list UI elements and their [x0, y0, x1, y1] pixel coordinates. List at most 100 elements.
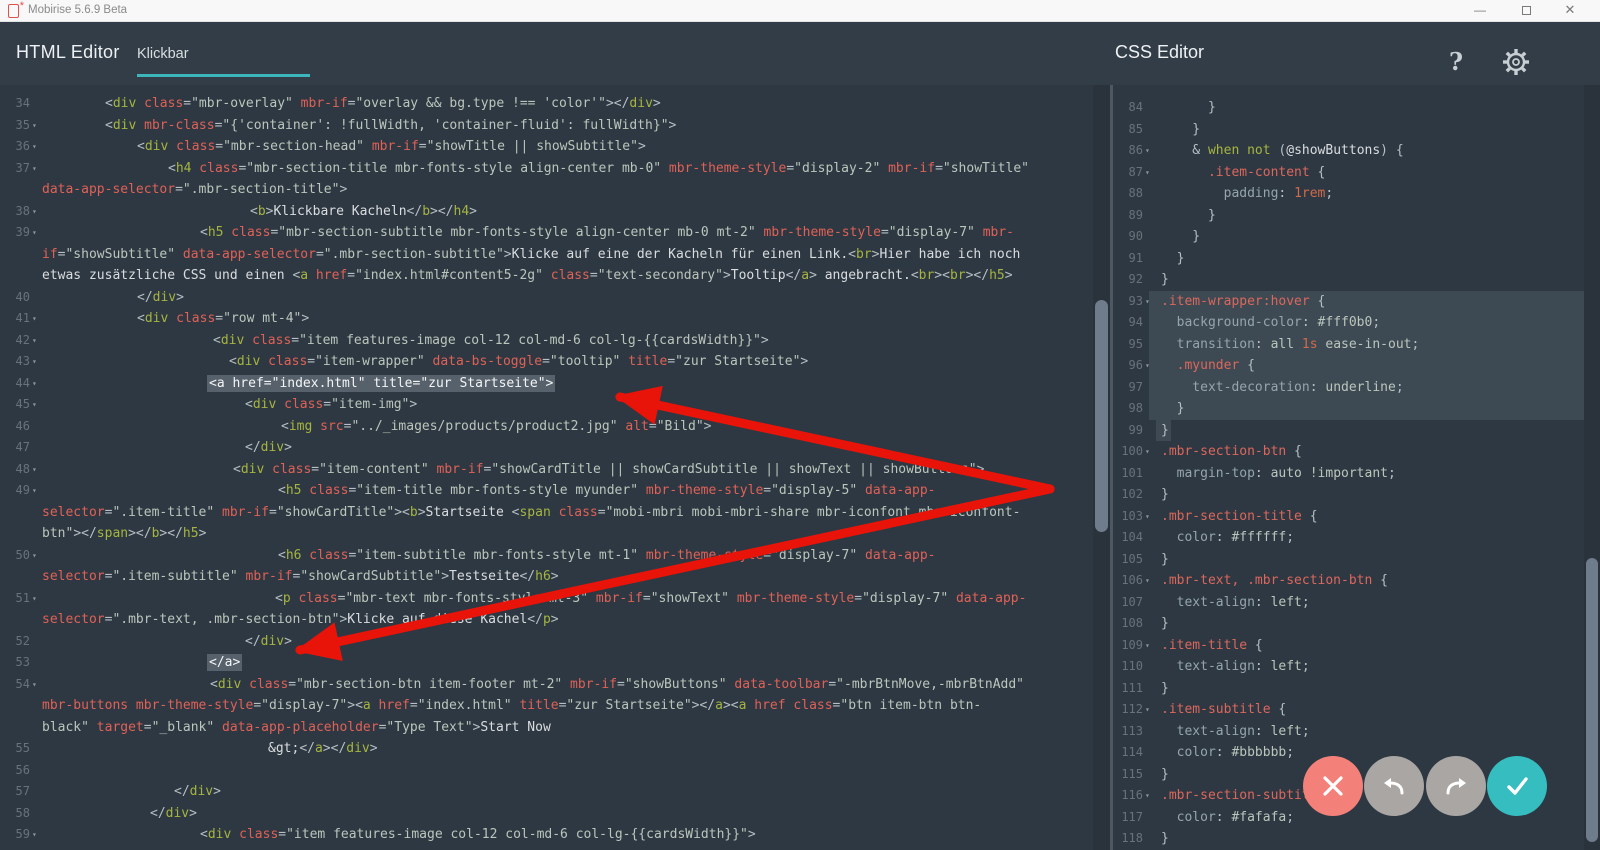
line-number: 100	[1113, 441, 1143, 463]
fold-arrow-icon[interactable]: ▾	[1145, 291, 1150, 313]
code-text: mbr-buttons mbr-theme-style="display-7">…	[42, 695, 981, 717]
fold-arrow-icon[interactable]: ▾	[32, 545, 37, 567]
css-pane-scrollbar-thumb[interactable]	[1586, 558, 1598, 842]
fold-arrow-icon[interactable]: ▾	[32, 201, 37, 223]
code-line-104: 104 color: #ffffff;	[1113, 527, 1600, 549]
code-text: .mbr-section-title {	[1161, 506, 1318, 528]
line-number: 53	[0, 652, 30, 674]
fold-arrow-icon[interactable]: ▾	[1145, 162, 1150, 184]
fold-arrow-icon[interactable]: ▾	[32, 824, 37, 846]
code-text: selector=".mbr-text, .mbr-section-btn">K…	[42, 609, 559, 631]
fold-arrow-icon[interactable]: ▾	[32, 459, 37, 481]
editor-header: HTML Editor Klickbar CSS Editor ?	[0, 22, 1600, 85]
code-line-45: 45▾<div class="item-img">	[0, 394, 1095, 416]
fold-arrow-icon[interactable]: ▾	[1145, 506, 1150, 528]
fold-arrow-icon[interactable]: ▾	[1145, 441, 1150, 463]
minimize-button[interactable]: —	[1460, 0, 1500, 22]
line-number: 54	[0, 674, 30, 696]
fold-arrow-icon[interactable]: ▾	[32, 588, 37, 610]
html-editor-pane[interactable]: 34<div class="mbr-overlay" mbr-if="overl…	[0, 85, 1095, 850]
fold-arrow-icon[interactable]: ▾	[32, 158, 37, 180]
code-line-108: 108}	[1113, 613, 1600, 635]
line-number: 116	[1113, 785, 1143, 807]
code-text: .item-content {	[1161, 162, 1325, 184]
code-line-52: 52</div>	[0, 631, 1095, 653]
code-text: text-align: left;	[1161, 656, 1310, 678]
code-line-110: 110 text-align: left;	[1113, 656, 1600, 678]
fold-arrow-icon[interactable]: ▾	[1145, 635, 1150, 657]
fold-arrow-icon[interactable]: ▾	[32, 480, 37, 502]
fold-arrow-icon[interactable]: ▾	[32, 373, 37, 395]
code-text: selector=".item-title" mbr-if="showCardT…	[42, 502, 1020, 524]
code-text: }	[1161, 420, 1169, 442]
line-number: 106	[1113, 570, 1143, 592]
code-line-34: 34<div class="mbr-overlay" mbr-if="overl…	[0, 93, 1095, 115]
code-text: }	[1161, 97, 1216, 119]
code-line-35: 35▾<div mbr-class="{'container': !fullWi…	[0, 115, 1095, 137]
fold-arrow-icon[interactable]: ▾	[1145, 140, 1150, 162]
close-button[interactable]: ✕	[1550, 0, 1590, 22]
code-line-wrap: selector=".item-title" mbr-if="showCardT…	[0, 502, 1095, 524]
code-line-94: 94 background-color: #fff0b0;	[1113, 312, 1600, 334]
fold-arrow-icon[interactable]: ▾	[32, 136, 37, 158]
code-text: color: #fafafa;	[1161, 807, 1294, 829]
code-text: }	[1161, 248, 1184, 270]
gear-icon[interactable]	[1500, 46, 1532, 78]
code-text: .myunder {	[1161, 355, 1255, 377]
line-number: 94	[1113, 312, 1143, 334]
code-text: & when not (@showButtons) {	[1161, 140, 1404, 162]
code-text: .item-subtitle {	[1161, 699, 1286, 721]
line-number: 52	[0, 631, 30, 653]
code-line-100: 100▾ .mbr-section-btn {	[1113, 441, 1600, 463]
code-line-53: 53</a>	[0, 652, 1095, 674]
code-text: .mbr-section-btn {	[1161, 441, 1302, 463]
fold-arrow-icon[interactable]: ▾	[32, 115, 37, 137]
line-number: 37	[0, 158, 30, 180]
line-number: 55	[0, 738, 30, 760]
code-line-90: 90 }	[1113, 226, 1600, 248]
css-editor-title: CSS Editor	[1115, 42, 1204, 63]
code-line-wrap: selector=".item-subtitle" mbr-if="showCa…	[0, 566, 1095, 588]
code-text: }	[1161, 269, 1169, 291]
code-line-wrap: if="showSubtitle" data-app-selector=".mb…	[0, 244, 1095, 266]
code-line-46: 46<img src="../_images/products/product2…	[0, 416, 1095, 438]
line-number: 109	[1113, 635, 1143, 657]
code-line-85: 85 }	[1113, 119, 1600, 141]
code-text: <h5 class="mbr-section-subtitle mbr-font…	[200, 222, 1014, 244]
code-line-102: 102}	[1113, 484, 1600, 506]
code-text: text-align: left;	[1161, 592, 1310, 614]
fold-arrow-icon[interactable]: ▾	[32, 351, 37, 373]
code-line-40: 40</div>	[0, 287, 1095, 309]
code-text: .item-wrapper:hover {	[1161, 291, 1325, 313]
fold-arrow-icon[interactable]: ▾	[1145, 570, 1150, 592]
code-line-98: 98 }	[1113, 398, 1600, 420]
code-text: selector=".item-subtitle" mbr-if="showCa…	[42, 566, 559, 588]
active-tab-underline	[137, 74, 310, 77]
line-number: 114	[1113, 742, 1143, 764]
discard-button[interactable]	[1303, 756, 1363, 816]
redo-arrow-icon	[1441, 771, 1471, 801]
fold-arrow-icon[interactable]: ▾	[1145, 699, 1150, 721]
question-mark-icon[interactable]: ?	[1442, 48, 1470, 76]
code-line-54: 54▾<div class="mbr-section-btn item-foot…	[0, 674, 1095, 696]
code-line-103: 103▾.mbr-section-title {	[1113, 506, 1600, 528]
apply-button[interactable]	[1487, 756, 1547, 816]
fold-arrow-icon[interactable]: ▾	[32, 330, 37, 352]
undo-button[interactable]	[1364, 756, 1424, 816]
maximize-button[interactable]	[1506, 0, 1546, 22]
fold-arrow-icon[interactable]: ▾	[32, 674, 37, 696]
fold-arrow-icon[interactable]: ▾	[1145, 355, 1150, 377]
line-number: 56	[0, 760, 30, 782]
tab-klickbar[interactable]: Klickbar	[137, 46, 189, 62]
html-pane-scrollbar-thumb[interactable]	[1095, 300, 1108, 532]
code-text: <p class="mbr-text mbr-fonts-style mt-3"…	[275, 588, 1026, 610]
fold-arrow-icon[interactable]: ▾	[32, 308, 37, 330]
redo-button[interactable]	[1426, 756, 1486, 816]
line-number: 51	[0, 588, 30, 610]
code-line-95: 95 transition: all 1s ease-in-out;	[1113, 334, 1600, 356]
fold-arrow-icon[interactable]: ▾	[32, 394, 37, 416]
fold-arrow-icon[interactable]: ▾	[32, 222, 37, 244]
css-editor-pane[interactable]: 84 }85 }86▾ & when not (@showButtons) {8…	[1113, 85, 1600, 850]
line-number: 58	[0, 803, 30, 825]
fold-arrow-icon[interactable]: ▾	[1145, 785, 1150, 807]
